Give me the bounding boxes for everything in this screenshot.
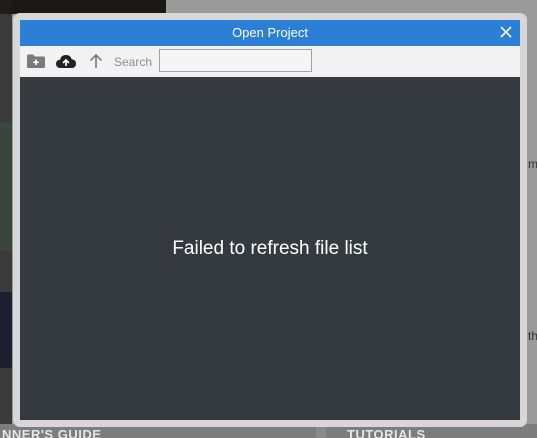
close-icon <box>500 26 512 38</box>
background-thumbnail <box>0 292 12 368</box>
dialog-toolbar: Search <box>20 46 520 77</box>
background-thumbnail <box>12 0 166 14</box>
open-project-dialog: Open Project Search Failed to refresh fi… <box>13 13 527 427</box>
search-label: Search <box>114 55 153 69</box>
background-text-fragment: th <box>528 329 537 343</box>
arrow-up-icon <box>89 53 103 68</box>
background-text-fragment: m <box>528 157 537 171</box>
dialog-title: Open Project <box>232 25 308 40</box>
background-thumbnail <box>0 122 12 250</box>
new-folder-icon <box>27 54 45 68</box>
error-message: Failed to refresh file list <box>172 238 368 259</box>
background-section-tutorials: TUTORIALS <box>347 427 426 438</box>
background-thumbnail <box>0 0 12 14</box>
file-list-area: Failed to refresh file list <box>20 77 520 420</box>
cloud-upload-icon <box>56 55 76 68</box>
new-folder-button[interactable] <box>25 51 47 71</box>
dialog-titlebar: Open Project <box>20 20 520 46</box>
parent-folder-button[interactable] <box>85 51 107 71</box>
search-input[interactable] <box>159 49 312 72</box>
upload-button[interactable] <box>55 51 77 71</box>
close-button[interactable] <box>497 23 515 41</box>
background-section-guide: NNER'S GUIDE <box>2 427 102 438</box>
